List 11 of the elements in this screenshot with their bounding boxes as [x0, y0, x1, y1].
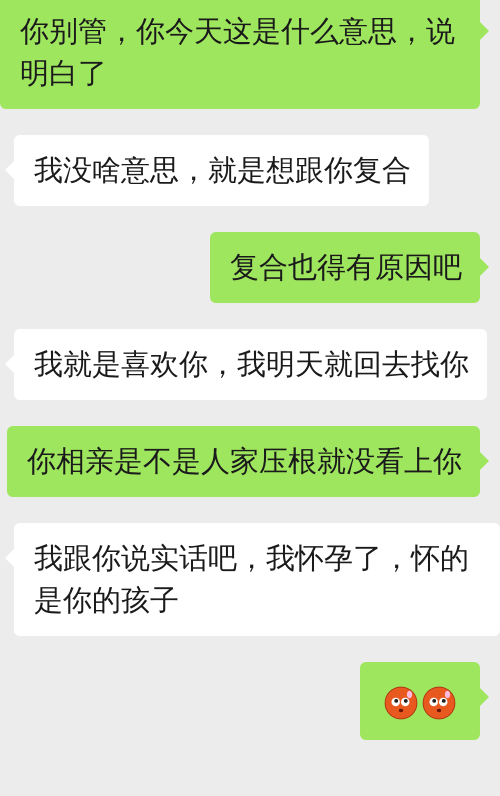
- message-bubble: 你别管，你今天这是什么意思，说明白了: [0, 0, 480, 109]
- bubble-tail: [480, 258, 489, 276]
- bubble-tail: [480, 452, 489, 470]
- message-bubble: 我没啥意思，就是想跟你复合: [14, 135, 429, 206]
- message-bubble: 复合也得有原因吧: [210, 232, 480, 303]
- bubble-tail: [480, 22, 489, 40]
- message-bubble: 你相亲是不是人家压根就没看上你: [7, 426, 480, 497]
- message-bubble: 我就是喜欢你，我明天就回去找你: [14, 329, 487, 400]
- flushed-emoji-icon: [422, 686, 456, 720]
- message-bubble: 我跟你说实话吧，我怀孕了，怀的是你的孩子: [14, 523, 500, 636]
- flushed-emoji-icon: [384, 686, 418, 720]
